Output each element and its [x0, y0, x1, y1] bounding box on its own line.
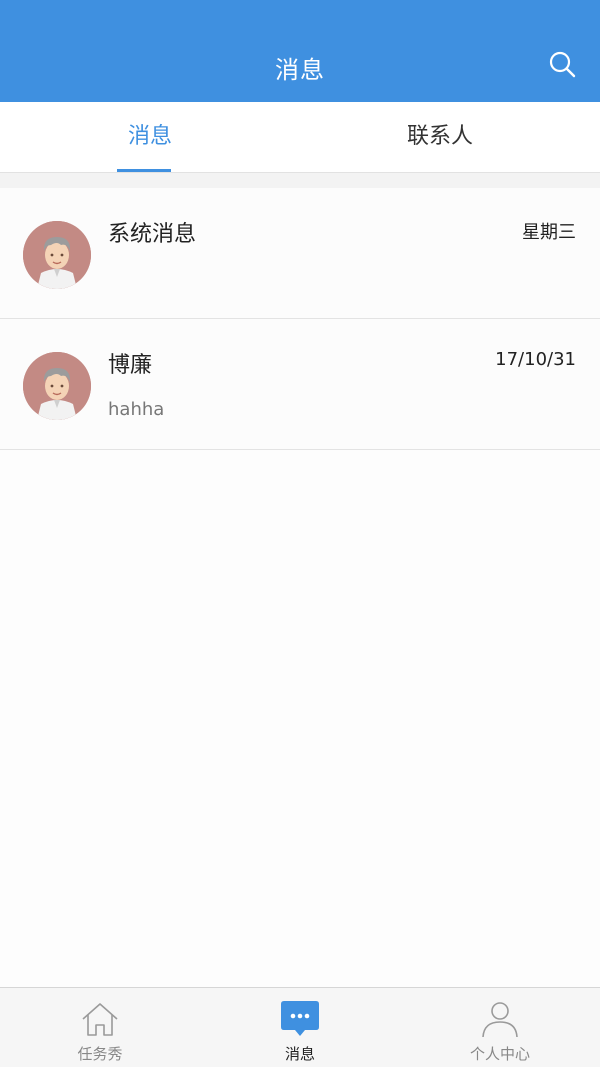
- page-title: 消息: [275, 56, 325, 84]
- conversation-name: 系统消息: [108, 222, 197, 247]
- nav-item-messages[interactable]: 消息: [200, 988, 400, 1067]
- conversation-preview: hahha: [108, 399, 165, 420]
- conversation-row[interactable]: 系统消息 星期三: [0, 188, 600, 319]
- section-divider: [0, 173, 600, 188]
- nav-label: 个人中心: [469, 1045, 530, 1063]
- tab-messages[interactable]: 消息: [0, 102, 300, 172]
- nav-item-profile[interactable]: 个人中心: [400, 988, 600, 1067]
- home-icon: [82, 1003, 118, 1036]
- conversation-time: 星期三: [522, 222, 576, 243]
- nav-label: 消息: [284, 1045, 315, 1063]
- search-button[interactable]: [548, 50, 578, 80]
- conversation-list: 系统消息 星期三 博廉 17/10/31 hahha: [0, 188, 600, 450]
- bottom-nav: 任务秀 消息 个人中心: [0, 987, 600, 1067]
- message-icon: [281, 1001, 319, 1036]
- avatar-icon: [23, 221, 91, 289]
- conversation-time: 17/10/31: [495, 349, 576, 370]
- nav-item-tasks[interactable]: 任务秀: [0, 988, 200, 1067]
- avatar-icon: [23, 352, 91, 420]
- tab-contacts[interactable]: 联系人: [290, 102, 590, 172]
- top-header: 消息: [0, 0, 600, 102]
- nav-label: 任务秀: [77, 1045, 123, 1063]
- active-tab-indicator: [117, 169, 171, 172]
- person-icon: [482, 1002, 518, 1038]
- search-icon: [549, 51, 576, 78]
- conversation-name: 博廉: [108, 353, 153, 378]
- conversation-row[interactable]: 博廉 17/10/31 hahha: [0, 319, 600, 450]
- tab-bar: 消息 联系人: [0, 102, 600, 173]
